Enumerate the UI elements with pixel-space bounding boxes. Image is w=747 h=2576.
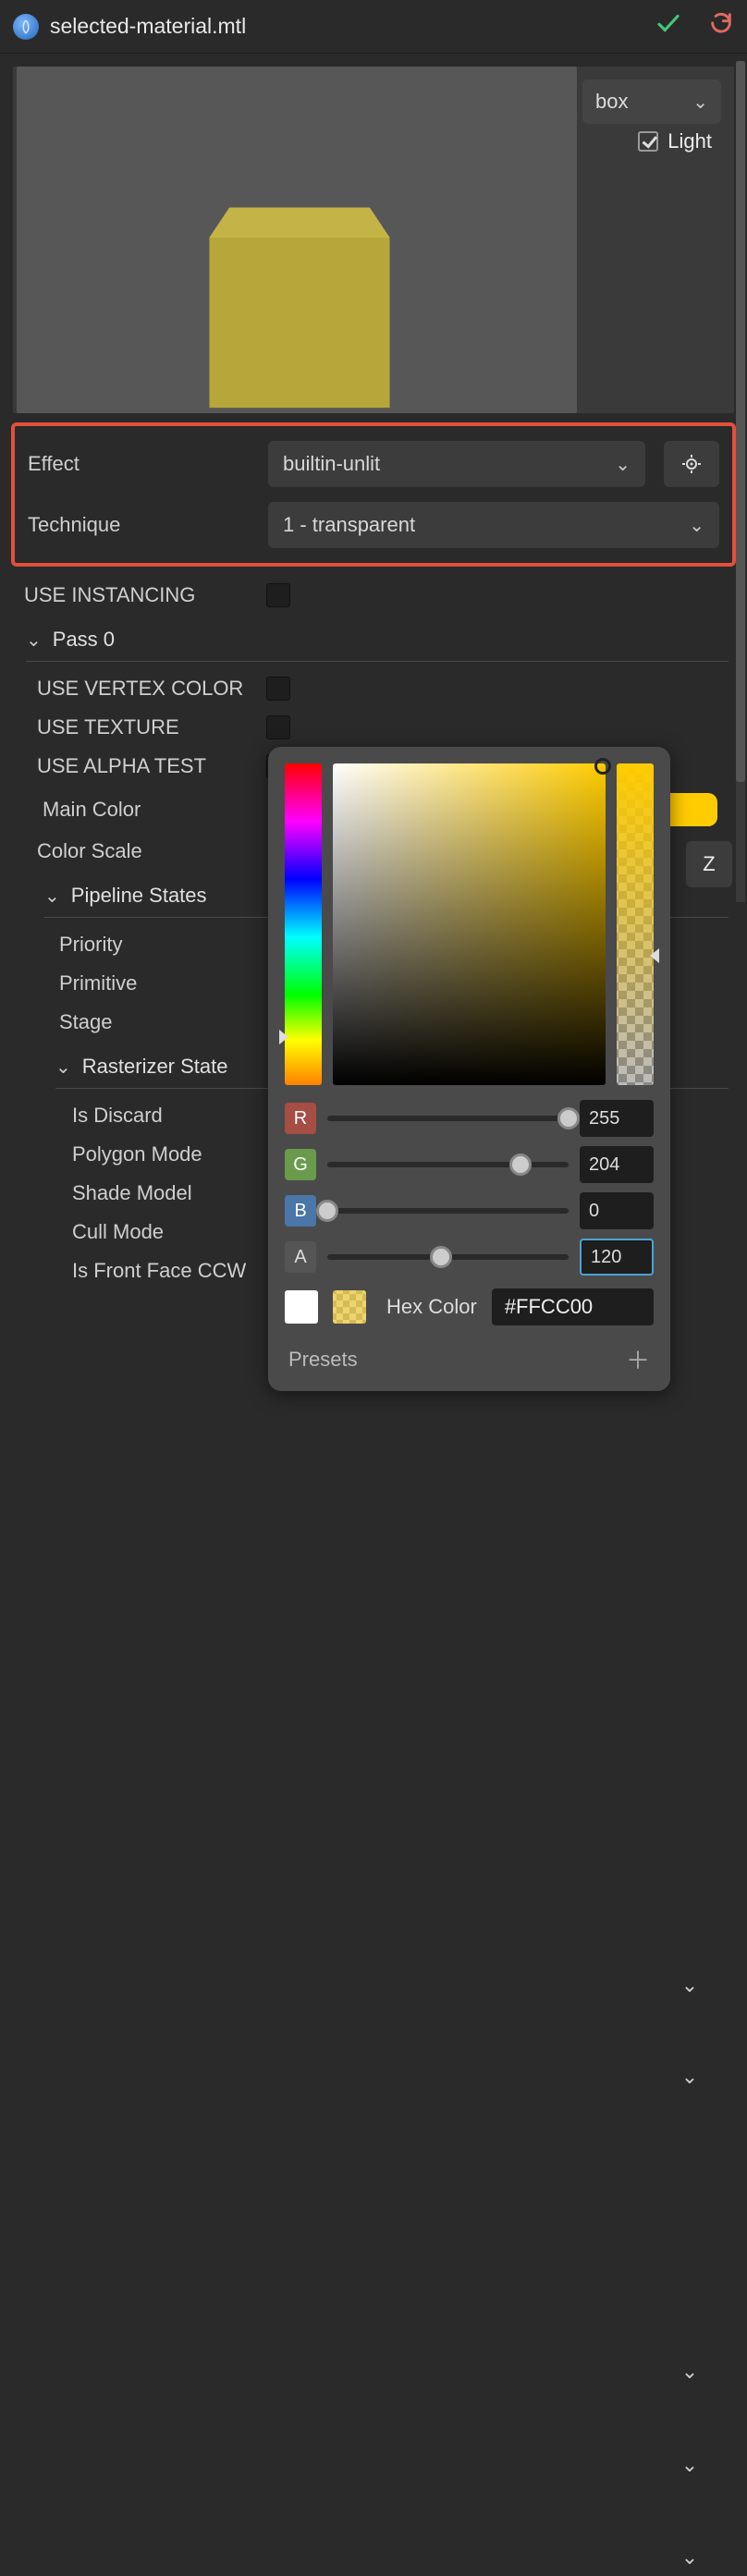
hex-row: Hex Color #FFCC00 xyxy=(285,1288,654,1325)
color-scale-label: Color Scale xyxy=(24,839,255,863)
chevron-down-icon: ⌄ xyxy=(689,514,704,537)
use-vertex-color-label: USE VERTEX COLOR xyxy=(24,677,255,701)
cull-mode-label: Cull Mode xyxy=(24,1220,255,1244)
chevron-down-icon: ⌄ xyxy=(671,2447,708,2484)
add-preset-icon[interactable]: ＋ xyxy=(626,1342,650,1376)
g-slider-row: G 204 xyxy=(285,1146,654,1183)
g-slider[interactable] xyxy=(327,1162,569,1167)
chevron-down-icon: ⌄ xyxy=(671,2539,708,2576)
chevron-down-icon: ⌄ xyxy=(44,885,60,908)
apply-icon[interactable] xyxy=(655,9,682,43)
polygon-mode-label: Polygon Mode xyxy=(24,1142,255,1166)
alpha-cursor[interactable] xyxy=(650,948,659,963)
light-label: Light xyxy=(667,129,712,153)
r-slider-row: R 255 xyxy=(285,1100,654,1137)
pipeline-states-label: Pipeline States xyxy=(71,884,207,908)
rasterizer-state-label: Rasterizer State xyxy=(82,1055,228,1079)
a-slider[interactable] xyxy=(327,1254,569,1260)
scrollbar-thumb[interactable] xyxy=(736,61,745,782)
main-color-label: Main Color xyxy=(43,798,274,822)
saturation-value-field[interactable] xyxy=(333,763,606,1085)
hue-slider[interactable] xyxy=(285,763,322,1085)
preview-shape-select[interactable]: box ⌄ xyxy=(582,79,721,124)
preview-mesh[interactable] xyxy=(198,177,401,413)
material-preview: box ⌄ Light xyxy=(13,67,734,413)
panel-header: selected-material.mtl xyxy=(0,0,747,54)
technique-value: 1 - transparent xyxy=(283,513,415,537)
use-alpha-test-label: USE ALPHA TEST xyxy=(24,754,255,778)
preview-shape-value: box xyxy=(595,90,628,114)
locate-effect-button[interactable] xyxy=(664,441,719,487)
technique-select[interactable]: 1 - transparent ⌄ xyxy=(268,502,719,548)
g-value-input[interactable]: 204 xyxy=(580,1146,654,1183)
color-picker-popup: R 255 G 204 B 0 A 120 Hex Color #FFCC00 … xyxy=(268,747,670,1391)
scrollbar[interactable] xyxy=(736,61,745,902)
primitive-label: Primitive xyxy=(24,971,255,995)
alpha-slider[interactable] xyxy=(617,763,654,1085)
use-texture-checkbox[interactable] xyxy=(266,715,290,739)
chevron-down-icon: ⌄ xyxy=(26,629,42,652)
priority-label: Priority xyxy=(24,933,255,957)
highlighted-region: Effect builtin-unlit ⌄ Technique 1 - tra… xyxy=(11,422,736,567)
hex-label: Hex Color xyxy=(386,1295,477,1319)
chevron-down-icon: ⌄ xyxy=(671,2058,708,2095)
hex-value-input[interactable]: #FFCC00 xyxy=(492,1288,654,1325)
b-slider[interactable] xyxy=(327,1208,569,1214)
pass0-header[interactable]: ⌄ Pass 0 xyxy=(26,615,729,662)
chevron-down-icon: ⌄ xyxy=(692,91,708,114)
light-toggle-row: Light xyxy=(638,129,712,153)
current-color-swatch[interactable] xyxy=(333,1290,366,1324)
original-color-swatch[interactable] xyxy=(285,1290,318,1324)
is-front-face-ccw-label: Is Front Face CCW xyxy=(24,1259,255,1283)
r-value-input[interactable]: 255 xyxy=(580,1100,654,1137)
pass0-label: Pass 0 xyxy=(53,628,115,652)
light-checkbox[interactable] xyxy=(638,131,658,152)
stage-label: Stage xyxy=(24,1010,255,1034)
use-texture-label: USE TEXTURE xyxy=(24,715,255,739)
effect-label: Effect xyxy=(28,452,259,476)
use-instancing-checkbox[interactable] xyxy=(266,583,290,607)
chevron-down-icon: ⌄ xyxy=(671,2353,708,2390)
b-value-input[interactable]: 0 xyxy=(580,1192,654,1229)
is-discard-label: Is Discard xyxy=(24,1104,255,1128)
presets-row: Presets ＋ xyxy=(285,1325,654,1380)
a-value-input[interactable]: 120 xyxy=(580,1239,654,1276)
sv-cursor[interactable] xyxy=(594,758,611,775)
g-label: G xyxy=(285,1149,316,1180)
r-label: R xyxy=(285,1103,316,1134)
chevron-down-icon: ⌄ xyxy=(671,1967,708,2004)
use-instancing-label: USE INSTANCING xyxy=(24,583,255,607)
effect-select[interactable]: builtin-unlit ⌄ xyxy=(268,441,645,487)
chevron-down-icon: ⌄ xyxy=(615,453,631,476)
b-slider-row: B 0 xyxy=(285,1192,654,1229)
app-logo-icon xyxy=(13,14,39,40)
a-label: A xyxy=(285,1241,316,1273)
chevron-down-icon: ⌄ xyxy=(55,1056,71,1079)
presets-label: Presets xyxy=(288,1348,358,1372)
reload-icon[interactable] xyxy=(708,10,734,43)
file-title: selected-material.mtl xyxy=(50,14,655,39)
r-slider[interactable] xyxy=(327,1116,569,1121)
color-scale-z-button[interactable]: Z xyxy=(686,841,732,887)
b-label: B xyxy=(285,1195,316,1227)
hue-cursor[interactable] xyxy=(279,1030,288,1044)
shade-model-label: Shade Model xyxy=(24,1181,255,1205)
a-slider-row: A 120 xyxy=(285,1239,654,1276)
technique-label: Technique xyxy=(28,513,259,537)
effect-value: builtin-unlit xyxy=(283,452,380,476)
use-vertex-color-checkbox[interactable] xyxy=(266,677,290,701)
